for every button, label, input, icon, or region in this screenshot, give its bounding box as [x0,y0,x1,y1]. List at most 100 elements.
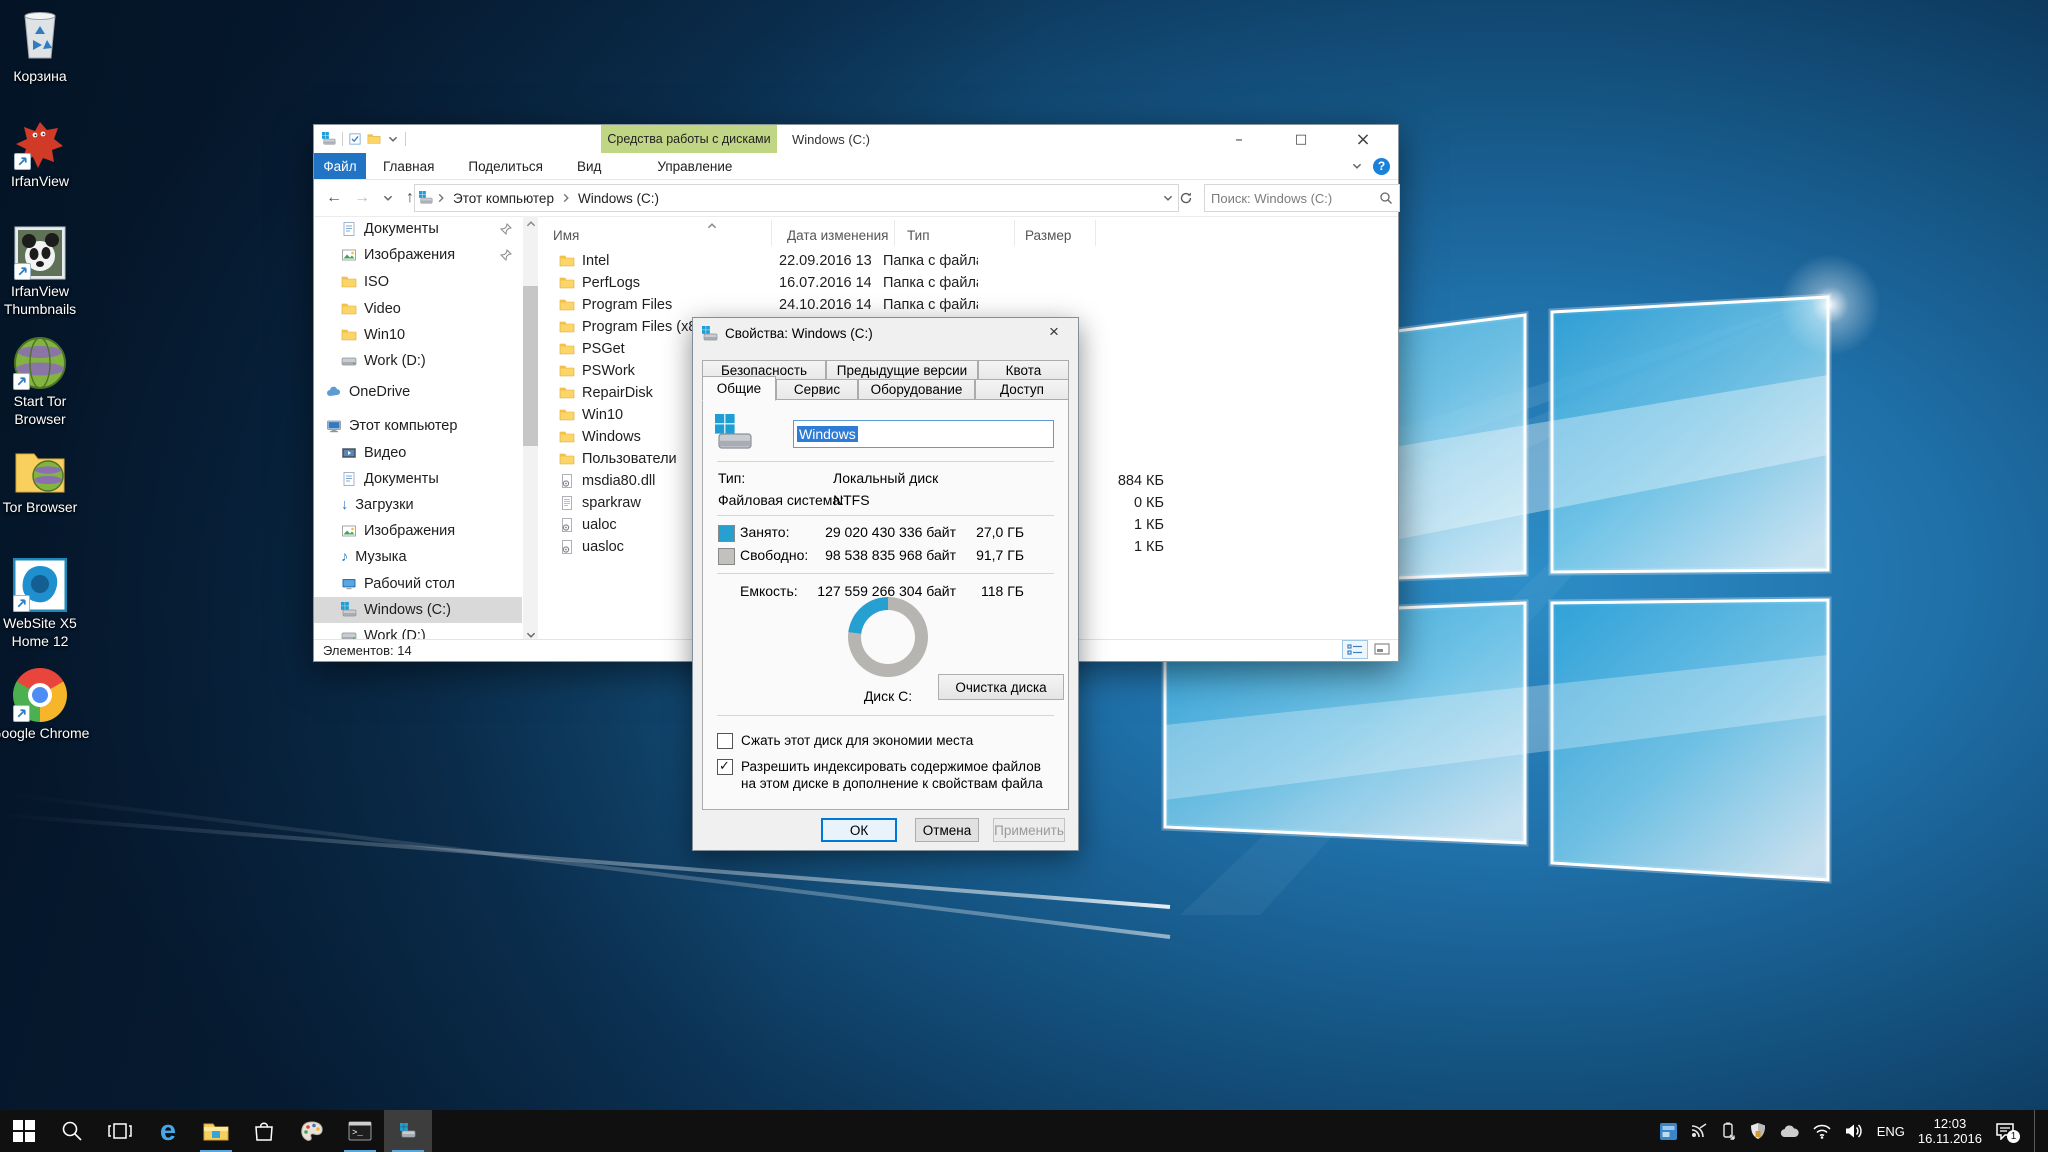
nav-item-pictures-pinned[interactable]: Изображения [314,242,522,268]
ribbon-tab-home[interactable]: Главная [366,153,451,179]
close-button[interactable] [1332,125,1394,153]
file-row[interactable]: Intel22.09.2016 13:36Папка с файлами [546,250,1398,272]
nav-item-documents[interactable]: Документы [314,466,522,492]
compress-checkbox[interactable] [717,733,733,749]
tab-tools[interactable]: Сервис [776,379,858,400]
desktop-icon-start-tor-browser[interactable]: Start Tor Browser [0,336,90,429]
tab-quota[interactable]: Квота [978,360,1069,379]
ribbon-tab-view[interactable]: Вид [560,153,618,179]
tray-onedrive-cloud-icon[interactable] [1779,1124,1799,1138]
customize-toolbar-chevron-icon[interactable] [387,133,399,145]
column-header-type[interactable]: Тип [895,220,1015,246]
scroll-up-icon[interactable] [523,216,538,231]
properties-icon[interactable] [349,133,361,145]
paint-taskbar-button[interactable] [288,1110,336,1152]
tray-volume-icon[interactable] [1845,1123,1864,1139]
breadcrumb[interactable]: Этот компьютер Windows (C:) [414,184,1179,212]
edge-taskbar-button[interactable]: e [144,1110,192,1152]
start-button[interactable] [0,1110,48,1152]
nav-item-windows-c-selected[interactable]: Windows (C:) [314,597,522,623]
tray-app-indicator-icon[interactable] [1660,1123,1677,1140]
file-row[interactable]: Program Files24.10.2016 14:16Папка с фай… [546,294,1398,316]
nav-item-videos[interactable]: Видео [314,440,522,466]
tab-sharing[interactable]: Доступ [975,379,1069,400]
tray-security-shield-icon[interactable] [1750,1122,1766,1140]
cancel-button[interactable]: Отмена [915,818,979,842]
dialog-close-icon[interactable]: × [1040,320,1068,344]
nav-item-this-pc[interactable]: Этот компьютер [314,413,522,439]
contextual-tab-drive-tools[interactable]: Средства работы с дисками [601,125,777,153]
back-button[interactable]: ← [326,189,342,207]
ribbon-tab-manage[interactable]: Управление [640,153,749,179]
drive-properties-taskbar-button[interactable] [384,1110,432,1152]
desktop-icon-irfanview[interactable]: IrfanView [0,118,90,191]
help-icon[interactable]: ? [1373,158,1390,175]
tray-usb-device-icon[interactable] [1722,1122,1737,1140]
breadcrumb-this-pc[interactable]: Этот компьютер [449,191,558,206]
action-center-button[interactable]: 1 [1995,1122,2015,1140]
explorer-title-bar[interactable]: Средства работы с дисками Windows (C:) [314,125,1398,153]
desktop-icon-recycle-bin[interactable]: Корзина [0,8,90,86]
scrollbar-thumb[interactable] [523,286,538,446]
file-explorer-taskbar-button[interactable] [192,1110,240,1152]
language-indicator[interactable]: ENG [1877,1124,1905,1139]
nav-item-downloads[interactable]: ↓Загрузки [314,492,522,518]
nav-item-onedrive[interactable]: OneDrive [314,379,522,405]
desktop-icon-tor-browser[interactable]: Tor Browser [0,446,90,517]
maximize-button[interactable] [1270,125,1332,153]
refresh-button[interactable] [1174,185,1198,211]
tab-hardware[interactable]: Оборудование [858,379,975,400]
used-bytes: 29 020 430 336 байт [825,524,956,540]
recent-locations-chevron-icon[interactable] [382,192,394,204]
nav-item-pictures[interactable]: Изображения [314,518,522,544]
column-header-date[interactable]: Дата изменения [772,220,895,246]
desktop-icon-irfanview-thumbnails[interactable]: IrfanView Thumbnails [0,226,90,319]
forward-button[interactable]: → [354,189,370,207]
breadcrumb-drive-c[interactable]: Windows (C:) [574,191,663,206]
nav-item-win10[interactable]: Win10 [314,322,522,348]
ribbon-tab-file[interactable]: Файл [314,153,366,179]
tray-satellite-icon[interactable] [1690,1123,1709,1140]
nav-item-iso[interactable]: ISO [314,269,522,295]
up-button[interactable]: ↑ [406,189,414,207]
minimize-button[interactable] [1208,125,1270,153]
new-folder-icon[interactable] [367,132,381,146]
details-view-toggle[interactable] [1342,640,1368,659]
desktop-icon-website-x5[interactable]: WebSite X5 Home 12 [0,558,90,651]
volume-label-input[interactable]: Windows [793,420,1054,448]
nav-item-music[interactable]: ♪Музыка [314,544,522,570]
large-icons-view-toggle[interactable] [1370,640,1394,657]
store-taskbar-button[interactable] [240,1110,288,1152]
ok-button[interactable]: ОК [821,818,897,842]
show-desktop-button[interactable] [2034,1110,2042,1152]
tab-previous-versions[interactable]: Предыдущие версии [826,360,978,379]
nav-scrollbar[interactable] [523,216,538,642]
tray-wifi-icon[interactable] [1812,1124,1832,1139]
nav-item-documents-pinned[interactable]: Документы [314,216,522,242]
taskbar-search-button[interactable] [48,1110,96,1152]
column-header-name[interactable]: Имя [546,220,772,246]
chevron-right-icon[interactable] [435,192,447,204]
expand-ribbon-chevron-icon[interactable] [1351,160,1363,172]
address-dropdown-chevron-icon[interactable] [1162,192,1174,204]
search-input[interactable]: Поиск: Windows (C:) [1204,184,1400,212]
disk-cleanup-button[interactable]: Очистка диска [938,674,1064,700]
nav-item-desktop[interactable]: Рабочий стол [314,571,522,597]
ribbon-tab-share[interactable]: Поделиться [451,153,560,179]
index-checkbox[interactable] [717,759,733,775]
desktop-icon-google-chrome[interactable]: Google Chrome [0,668,90,743]
file-row[interactable]: PerfLogs16.07.2016 14:47Папка с файлами [546,272,1398,294]
task-view-button[interactable] [96,1110,144,1152]
command-prompt-taskbar-button[interactable]: >_ [336,1110,384,1152]
drive-icon[interactable] [322,132,336,146]
nav-item-work-d[interactable]: Work (D:) [314,348,522,374]
index-checkbox-row[interactable]: Разрешить индексировать содержимое файло… [717,758,1056,792]
dialog-title-bar[interactable]: Свойства: Windows (C:) × [693,318,1078,349]
tab-general-active[interactable]: Общие [702,376,776,401]
search-icon[interactable] [1379,191,1393,205]
taskbar-clock[interactable]: 12:03 16.11.2016 [1918,1116,1982,1146]
column-header-size[interactable]: Размер [1015,220,1096,246]
compress-checkbox-row[interactable]: Сжать этот диск для экономии места [717,732,1056,749]
nav-item-video[interactable]: Video [314,296,522,322]
chevron-right-icon[interactable] [560,192,572,204]
